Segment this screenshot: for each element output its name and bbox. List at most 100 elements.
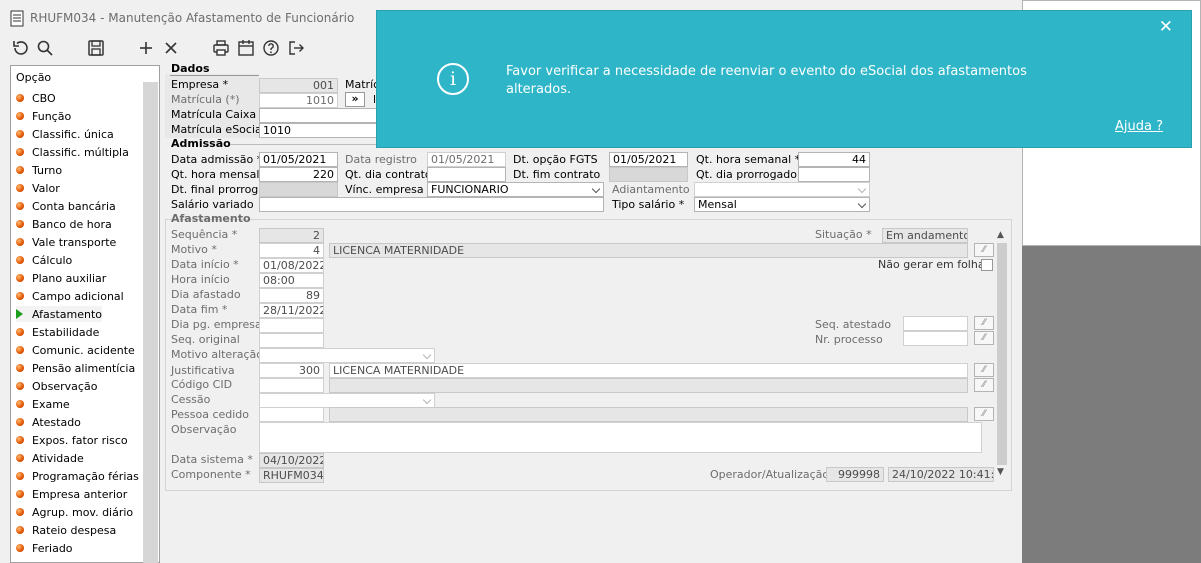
sidebar-item-feriado[interactable]: Feriado <box>16 540 73 556</box>
sidebar-item-valor[interactable]: Valor <box>16 180 60 196</box>
sidebar-item-programa-o-f-rias[interactable]: Programação férias <box>16 468 139 484</box>
sidebar-item-comunic-acidente[interactable]: Comunic. acidente <box>16 342 135 358</box>
situacao-label: Situação * <box>815 228 872 241</box>
salario-variado-field[interactable] <box>259 197 604 212</box>
sidebar-item-plano-auxiliar[interactable]: Plano auxiliar <box>16 270 106 286</box>
sidebar-item-fun-o[interactable]: Função <box>16 108 71 124</box>
sidebar-item-classific-nica[interactable]: Classific. única <box>16 126 114 142</box>
data-admissao-field[interactable]: 01/05/2021 <box>259 152 338 167</box>
motivo-alteracao-select[interactable] <box>259 348 435 363</box>
cancel-icon[interactable] <box>160 37 182 59</box>
sidebar-item-classific-m-ltipla[interactable]: Classific. múltipla <box>16 144 129 160</box>
pessoa-cedido-field[interactable] <box>259 407 324 422</box>
data-fim-field[interactable]: 28/11/2022 <box>259 303 324 318</box>
nao-gerar-checkbox[interactable] <box>981 259 993 271</box>
qt-hora-mensal-label: Qt. hora mensal * <box>171 168 269 181</box>
tipo-salario-label: Tipo salário * <box>612 198 685 211</box>
sidebar-item-campo-adicional[interactable]: Campo adicional <box>16 288 124 304</box>
dt-fim-contrato-label: Dt. fim contrato <box>513 168 601 181</box>
options-scrollbar[interactable] <box>143 82 158 563</box>
matricula-esocial-field[interactable]: 1010 <box>259 123 377 138</box>
matricula-caixa-field[interactable] <box>259 108 377 123</box>
dia-pg-empresa-field[interactable] <box>259 318 324 333</box>
sidebar-item-conta-banc-ria[interactable]: Conta bancária <box>16 198 116 214</box>
scroll-up-icon[interactable]: ▲ <box>997 230 1004 240</box>
sidebar-item-banco-de-hora[interactable]: Banco de hora <box>16 216 112 232</box>
bullet-icon <box>16 544 24 552</box>
matricula-label: Matrícula (*) <box>171 93 240 106</box>
nr-processo-label: Nr. processo <box>815 333 883 346</box>
codigo-cid-lookup-icon[interactable]: ⁄⁄ <box>974 378 994 392</box>
seq-atestado-field[interactable] <box>903 316 968 331</box>
search-icon[interactable] <box>34 37 56 59</box>
pessoa-cedido-lookup-icon[interactable]: ⁄⁄ <box>974 407 994 421</box>
justificativa-code-field[interactable]: 300 <box>259 363 324 378</box>
dt-opcao-fgts-field[interactable]: 01/05/2021 <box>609 152 688 167</box>
sidebar-item-rateio-despesa[interactable]: Rateio despesa <box>16 522 116 538</box>
matricula-field[interactable]: 1010 <box>259 93 338 108</box>
add-icon[interactable] <box>135 37 157 59</box>
sidebar-item-label: Atividade <box>32 451 84 465</box>
calendar-icon[interactable] <box>235 37 257 59</box>
tipo-salario-select[interactable]: Mensal <box>694 197 870 212</box>
motivo-alteracao-label: Motivo alteração <box>171 348 263 361</box>
dia-afastado-field[interactable]: 89 <box>259 288 324 303</box>
hora-inicio-field[interactable]: 08:00 <box>259 273 324 288</box>
bullet-icon <box>16 508 24 516</box>
bullet-icon <box>16 454 24 462</box>
afastamento-scroll-thumb[interactable] <box>997 243 1007 465</box>
seq-atestado-lookup-icon[interactable]: ⁄⁄ <box>974 316 994 330</box>
seq-original-field[interactable] <box>259 333 324 348</box>
notification-toast: i Favor verificar a necessidade de reenv… <box>376 10 1192 148</box>
qt-dia-prorrogado-field[interactable] <box>798 167 870 182</box>
sidebar-item-cbo[interactable]: CBO <box>16 90 56 106</box>
sidebar-item-vale-transporte[interactable]: Vale transporte <box>16 234 116 250</box>
cessao-label: Cessão <box>171 393 211 406</box>
undo-icon[interactable] <box>9 37 31 59</box>
sidebar-item-estabilidade[interactable]: Estabilidade <box>16 324 99 340</box>
sequencia-field: 2 <box>259 228 324 243</box>
qt-hora-mensal-field[interactable]: 220 <box>259 167 338 182</box>
cessao-select[interactable] <box>259 393 435 408</box>
bullet-icon <box>16 220 24 228</box>
data-sistema-label: Data sistema * <box>171 453 253 466</box>
close-icon[interactable]: ✕ <box>1159 17 1173 37</box>
sidebar-item-pens-o-aliment-cia[interactable]: Pensão alimentícia <box>16 360 135 376</box>
sidebar-item-afastamento[interactable]: Afastamento <box>16 306 103 322</box>
dt-fim-contrato-field <box>609 167 688 182</box>
sidebar-item-label: Conta bancária <box>32 199 116 213</box>
qt-dia-contrato-field[interactable] <box>427 167 506 182</box>
dados-divider <box>170 75 259 76</box>
scroll-down-icon[interactable]: ▼ <box>997 467 1004 477</box>
sidebar-item-expos-fator-risco[interactable]: Expos. fator risco <box>16 432 128 448</box>
observacao-textarea[interactable] <box>259 422 982 453</box>
salario-variado-label: Salário variado <box>171 198 254 211</box>
codigo-cid-field[interactable] <box>259 378 324 393</box>
sidebar-item-turno[interactable]: Turno <box>16 162 62 178</box>
sidebar-item-empresa-anterior[interactable]: Empresa anterior <box>16 486 127 502</box>
go-button[interactable]: » <box>345 92 365 107</box>
bullet-icon <box>16 202 24 210</box>
vinc-empresa-select[interactable]: FUNCIONARIO <box>427 182 604 197</box>
nr-processo-field[interactable] <box>903 331 968 346</box>
data-inicio-field[interactable]: 01/08/2022 <box>259 258 324 273</box>
motivo-code-field[interactable]: 4 <box>259 243 324 258</box>
pessoa-cedido-label: Pessoa cedido <box>171 408 250 421</box>
help-link[interactable]: Ajuda ? <box>1115 119 1163 134</box>
nr-processo-lookup-icon[interactable]: ⁄⁄ <box>974 331 994 345</box>
sidebar-item-c-lculo[interactable]: Cálculo <box>16 252 72 268</box>
sidebar-item-observa-o[interactable]: Observação <box>16 378 97 394</box>
sidebar-item-exame[interactable]: Exame <box>16 396 70 412</box>
motivo-lookup-icon[interactable]: ⁄⁄ <box>974 243 994 257</box>
justificativa-lookup-icon[interactable]: ⁄⁄ <box>974 363 994 377</box>
sidebar-item-agrup-mov-di-rio[interactable]: Agrup. mov. diário <box>16 504 133 520</box>
sidebar-item-atestado[interactable]: Atestado <box>16 414 81 430</box>
sidebar-item-atividade[interactable]: Atividade <box>16 450 84 466</box>
justificativa-desc-field: LICENCA MATERNIDADE <box>329 363 968 378</box>
print-icon[interactable] <box>210 37 232 59</box>
save-icon[interactable] <box>85 37 107 59</box>
adiantamento-label: Adiantamento <box>612 183 690 196</box>
exit-icon[interactable] <box>285 37 307 59</box>
help-icon[interactable] <box>260 37 282 59</box>
qt-hora-semanal-field[interactable]: 44 <box>798 152 870 167</box>
